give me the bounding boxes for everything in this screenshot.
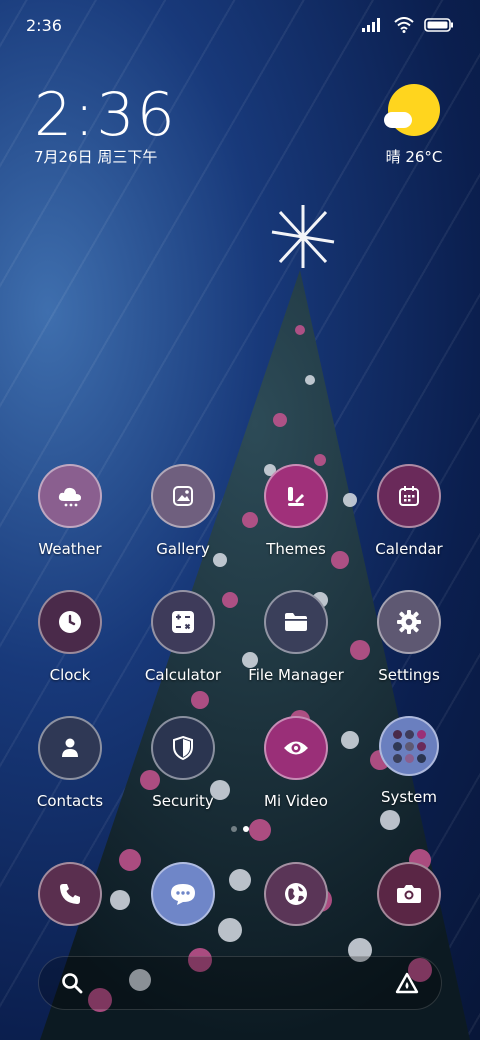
shield-icon — [151, 716, 215, 780]
app-label: Gallery — [156, 540, 210, 558]
battery-icon — [424, 18, 454, 32]
app-gallery[interactable]: Gallery — [128, 464, 238, 558]
app-label: Contacts — [36, 792, 104, 810]
dock-camera[interactable] — [354, 862, 464, 926]
sun-icon — [384, 84, 440, 136]
app-label: Calculator — [144, 666, 222, 684]
dock-messages[interactable] — [128, 862, 238, 926]
browser-icon — [264, 862, 328, 926]
app-label: Mi Video — [264, 792, 328, 810]
assistant-icon[interactable] — [395, 972, 419, 994]
signal-icon — [362, 18, 384, 32]
themes-icon — [264, 464, 328, 528]
app-file-manager[interactable]: File Manager — [241, 590, 351, 684]
app-label: File Manager — [248, 666, 344, 684]
app-mi-video[interactable]: Mi Video — [241, 716, 351, 810]
app-folder-system[interactable]: System — [354, 716, 464, 806]
phone-icon — [38, 862, 102, 926]
app-label: Calendar — [375, 540, 443, 558]
app-label: Themes — [266, 540, 326, 558]
contacts-icon — [38, 716, 102, 780]
weather-cloud-icon — [38, 464, 102, 528]
page-dot-active — [243, 826, 249, 832]
status-bar: 2:36 — [26, 14, 454, 36]
app-label: System — [381, 788, 437, 806]
eye-icon — [264, 716, 328, 780]
search-icon[interactable] — [61, 972, 83, 994]
app-themes[interactable]: Themes — [241, 464, 351, 558]
status-time: 2:36 — [26, 15, 62, 35]
lockscreen-date: 7月26日 周三下午 — [34, 148, 158, 166]
app-label: Settings — [378, 666, 440, 684]
weather-text: 晴 26°C — [385, 148, 443, 166]
dock-browser[interactable] — [241, 862, 351, 926]
app-weather[interactable]: Weather — [15, 464, 125, 558]
app-security[interactable]: Security — [128, 716, 238, 810]
wifi-icon — [394, 17, 414, 33]
app-label: Weather — [38, 540, 102, 558]
app-calculator[interactable]: Calculator — [128, 590, 238, 684]
gallery-icon — [151, 464, 215, 528]
page-dot — [231, 826, 237, 832]
gear-icon — [377, 590, 441, 654]
search-bar[interactable] — [38, 956, 442, 1010]
clock-icon — [38, 590, 102, 654]
folder-icon — [264, 590, 328, 654]
app-contacts[interactable]: Contacts — [15, 716, 125, 810]
calendar-icon — [377, 464, 441, 528]
calculator-icon — [151, 590, 215, 654]
messages-icon — [151, 862, 215, 926]
dock-phone[interactable] — [15, 862, 125, 926]
folder-grid-icon — [379, 716, 439, 776]
camera-icon — [377, 862, 441, 926]
app-clock[interactable]: Clock — [15, 590, 125, 684]
weather-widget[interactable]: 晴 26°C — [384, 84, 444, 167]
app-label: Clock — [49, 666, 91, 684]
page-indicator — [0, 826, 480, 832]
app-settings[interactable]: Settings — [354, 590, 464, 684]
lockscreen-clock: 2:36 — [34, 80, 177, 150]
app-label: Security — [152, 792, 214, 810]
app-calendar[interactable]: Calendar — [354, 464, 464, 558]
